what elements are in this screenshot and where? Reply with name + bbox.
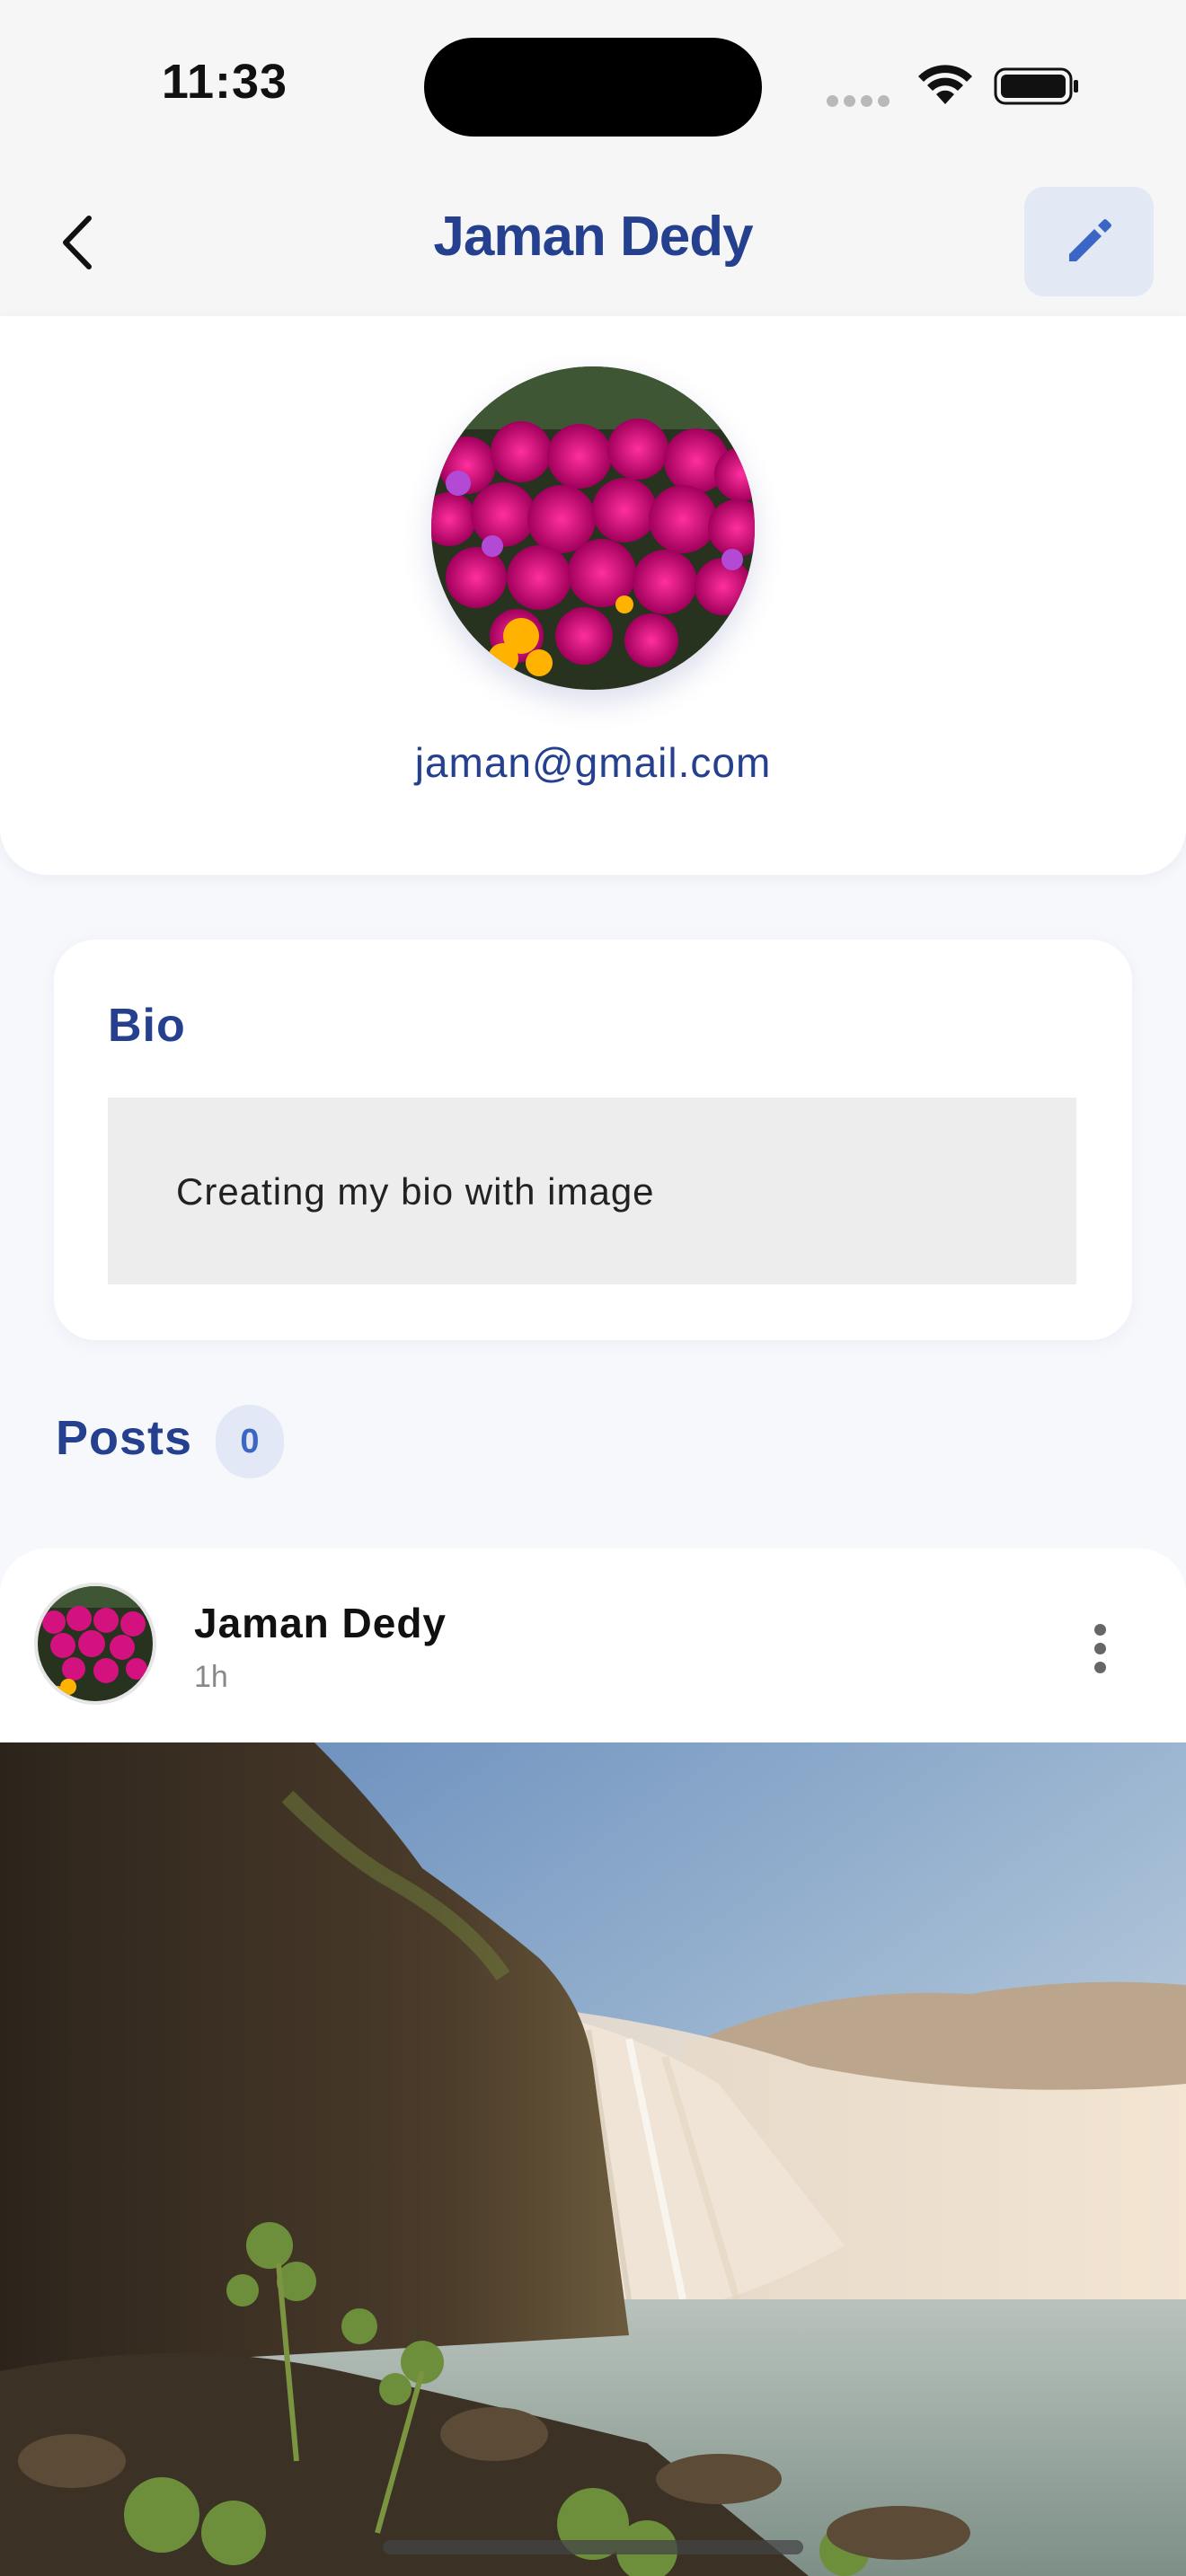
waterfall-photo [0,1742,1186,2576]
battery-icon [994,67,1078,105]
more-vertical-icon [1093,1623,1106,1636]
signal-dots-icon [827,95,895,111]
status-time: 11:33 [161,55,288,109]
wifi-icon [918,65,972,104]
posts-count-badge: 0 [216,1405,284,1478]
pencil-icon [1069,219,1111,261]
bio-text: Creating my bio with image [176,1170,655,1213]
post-timestamp: 1h [194,1660,228,1694]
edit-profile-button[interactable] [1024,187,1154,296]
flower-photo [38,1586,153,1701]
home-indicator [383,2540,803,2554]
profile-email: jaman@gmail.com [414,739,772,786]
flower-photo [431,366,755,690]
post-author-avatar[interactable] [34,1583,156,1705]
back-button[interactable] [45,207,108,278]
post-image[interactable] [0,1742,1186,2576]
chevron-left-icon [63,216,92,269]
status-icons [827,63,1078,110]
post-author-name[interactable]: Jaman Dedy [194,1599,447,1647]
post-more-options-button[interactable] [1075,1617,1125,1680]
dynamic-island [424,38,762,137]
posts-title: Posts [56,1411,193,1465]
profile-avatar[interactable] [431,366,755,690]
bio-title: Bio [108,1000,186,1052]
page-title: Jaman Dedy [433,206,753,268]
